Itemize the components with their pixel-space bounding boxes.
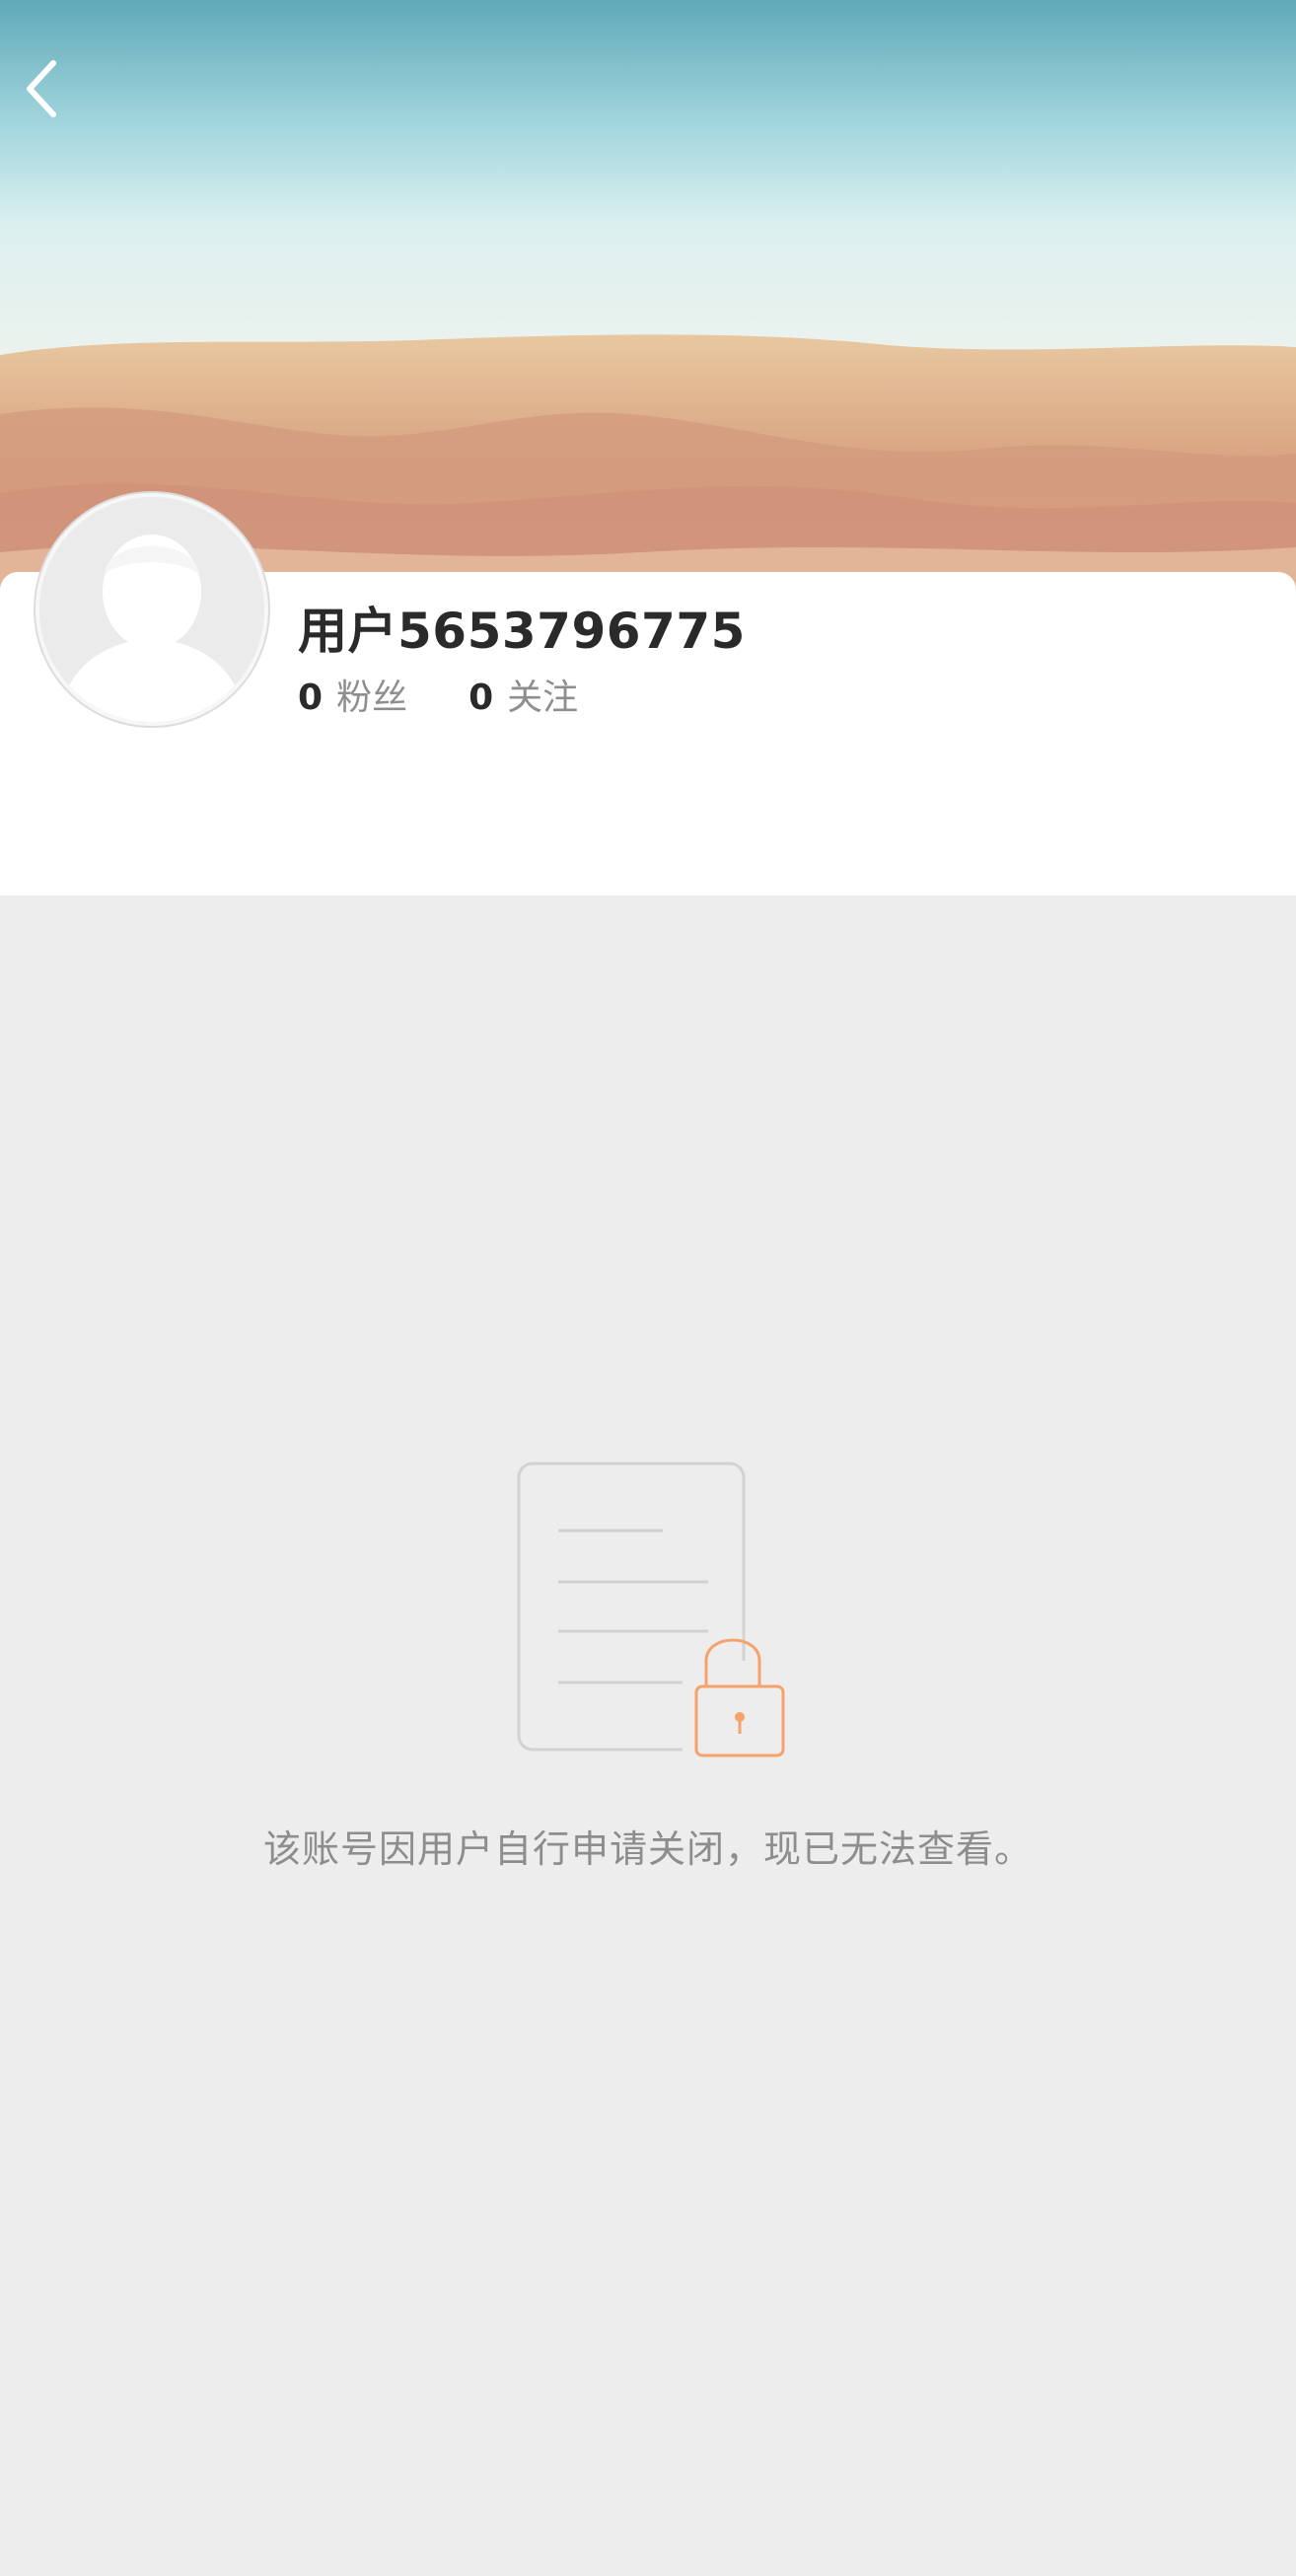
followers-count: 0 [298,678,324,718]
following-stat[interactable]: 0 关注 [468,669,578,720]
default-user-avatar-icon [39,497,264,722]
account-closed-message: 该账号因用户自行申请关闭，现已无法查看。 [262,1827,1033,1871]
profile-stats: 0 粉丝 0 关注 [298,669,639,720]
followers-label: 粉丝 [336,678,408,718]
following-label: 关注 [507,678,579,718]
avatar[interactable] [36,493,268,726]
chevron-left-icon [27,60,56,117]
following-count: 0 [468,678,494,718]
username: 用户5653796775 [298,603,746,660]
locked-document-icon [513,1458,789,1759]
followers-stat[interactable]: 0 粉丝 [298,669,407,720]
profile-page: 用户5653796775 0 粉丝 0 关注 该账号因用户自行申请关闭，现已无法… [0,0,1296,2576]
back-button[interactable] [22,57,81,134]
